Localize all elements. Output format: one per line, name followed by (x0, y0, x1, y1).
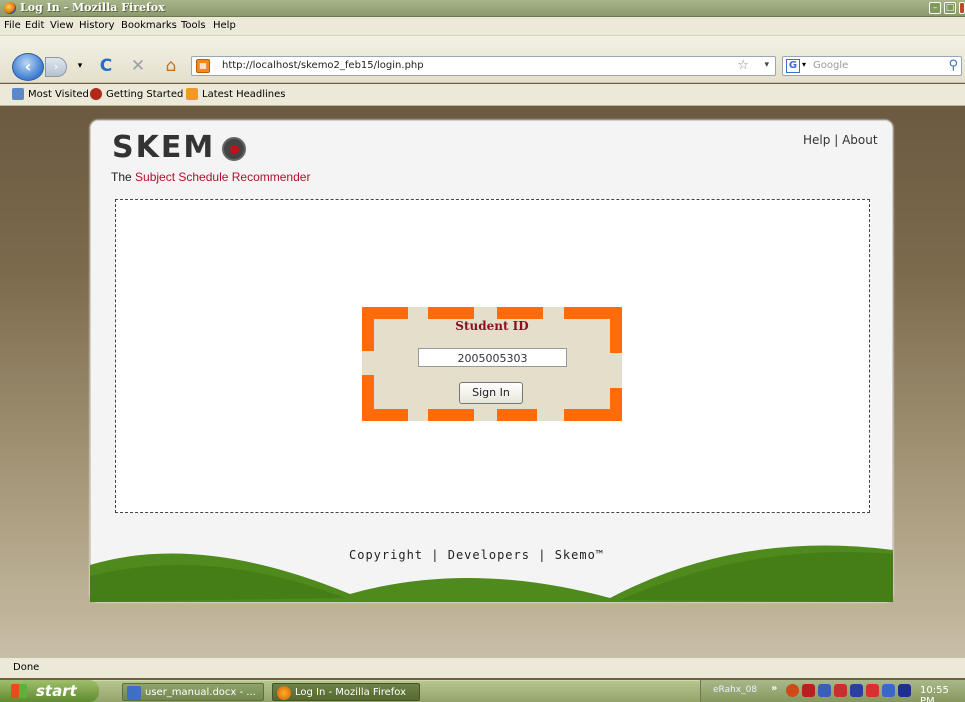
search-icon[interactable]: ⚲ (948, 58, 958, 73)
bookmark-label: Getting Started (106, 88, 184, 100)
monitor-icon[interactable] (882, 684, 895, 697)
security-shield-icon[interactable] (802, 684, 815, 697)
task-label: user_manual.docx - ... (145, 687, 256, 698)
footer-links: Copyright | Developers | Skemo™ (349, 548, 604, 562)
skemo-logo-text: SKEM (112, 130, 216, 165)
skemo-logo-o-icon (222, 137, 246, 161)
window-title: Log In - Mozilla Firefox (20, 1, 165, 14)
firefox-bookmark-icon (90, 88, 102, 100)
footer-separator: | (431, 548, 440, 562)
frame-segment-top (497, 307, 543, 319)
url-text: http://localhost/skemo2_feb15/login.php (222, 60, 424, 71)
windows-logo-icon (11, 684, 27, 698)
sign-in-button[interactable]: Sign In (459, 382, 523, 404)
copyright-link[interactable]: Copyright (349, 548, 423, 562)
tagline-highlight: Subject Schedule Recommender (135, 170, 311, 184)
menu-history[interactable]: History (79, 20, 115, 31)
frame-segment-bottom (497, 409, 537, 421)
frame-corner-right-bottom (610, 388, 622, 421)
developers-link[interactable]: Developers (448, 548, 530, 562)
rss-feed-icon (186, 88, 198, 100)
student-id-label: Student ID (455, 319, 529, 333)
google-engine-icon[interactable]: G (786, 59, 800, 73)
word-document-icon (127, 686, 141, 700)
tagline-prefix: The (111, 170, 136, 184)
url-dropdown-icon[interactable]: ▾ (764, 60, 769, 70)
firefox-icon (277, 686, 291, 700)
frame-segment-top (428, 307, 474, 319)
footer-separator: | (538, 548, 547, 562)
frame-segment-bottom (428, 409, 474, 421)
network-icon[interactable] (818, 684, 831, 697)
status-text: Done (13, 662, 40, 673)
tray-app-icon[interactable] (850, 684, 863, 697)
task-label: Log In - Mozilla Firefox (295, 687, 407, 698)
status-bar: Done (0, 657, 965, 678)
task-user-manual[interactable]: user_manual.docx - ... (122, 683, 264, 701)
bookmarks-toolbar: Most Visited Getting Started Latest Head… (0, 84, 965, 106)
skemo-link[interactable]: Skemo™ (555, 548, 604, 562)
back-button[interactable]: ‹ (12, 53, 44, 81)
menu-edit[interactable]: Edit (25, 20, 44, 31)
window-title-bar[interactable]: Log In - Mozilla Firefox – □ (0, 0, 965, 17)
help-link[interactable]: Help (803, 133, 830, 147)
tray-app-icon[interactable] (786, 684, 799, 697)
home-icon[interactable]: ⌂ (161, 56, 181, 76)
bookmark-label: Latest Headlines (202, 88, 286, 100)
start-label: start (36, 682, 77, 700)
history-dropdown-icon[interactable]: ▾ (70, 56, 90, 76)
firefox-icon (4, 2, 16, 14)
bookmark-getting-started[interactable]: Getting Started (90, 88, 183, 100)
folder-icon (12, 88, 24, 100)
tray-app-icon[interactable] (866, 684, 879, 697)
frame-corner-bottom-left (362, 409, 408, 421)
maximize-icon[interactable]: □ (944, 2, 956, 14)
search-placeholder: Google (813, 60, 849, 71)
close-icon[interactable] (959, 2, 965, 14)
site-favicon-icon: ▦ (196, 59, 210, 73)
bookmark-star-icon[interactable]: ☆ (737, 58, 749, 73)
link-separator: | (834, 133, 839, 147)
tray-expand-icon[interactable]: » (771, 683, 777, 694)
start-button[interactable]: start (0, 680, 99, 702)
tagline: The Subject Schedule Recommender (111, 170, 310, 184)
menu-view[interactable]: View (50, 20, 74, 31)
bookmark-most-visited[interactable]: Most Visited (12, 88, 89, 100)
stop-icon[interactable]: ✕ (128, 56, 148, 76)
student-id-input[interactable] (418, 348, 567, 367)
minimize-icon[interactable]: – (929, 2, 941, 14)
menu-tools[interactable]: Tools (181, 20, 206, 31)
url-bar[interactable]: ▦ http://localhost/skemo2_feb15/login.ph… (191, 56, 776, 76)
bookmark-latest-headlines[interactable]: Latest Headlines (186, 88, 286, 100)
menu-help[interactable]: Help (213, 20, 236, 31)
top-links: Help | About (803, 133, 878, 147)
menu-bookmarks[interactable]: Bookmarks (121, 20, 177, 31)
reload-icon[interactable]: C (96, 56, 116, 76)
menu-bar: File Edit View History Bookmarks Tools H… (0, 17, 965, 36)
tray-app-icon[interactable] (834, 684, 847, 697)
about-link[interactable]: About (842, 133, 877, 147)
clock: 10:55 PM (920, 685, 949, 702)
menu-file[interactable]: File (4, 20, 21, 31)
tray-app-icon[interactable] (898, 684, 911, 697)
task-firefox-login[interactable]: Log In - Mozilla Firefox (272, 683, 420, 701)
forward-button[interactable]: › (45, 57, 67, 77)
tray-toolbar-label[interactable]: eRahx_08 (713, 685, 757, 695)
engine-dropdown-icon[interactable]: ▾ (802, 60, 806, 69)
bookmark-label: Most Visited (28, 88, 89, 100)
search-bar[interactable]: G ▾ Google ⚲ (782, 56, 962, 76)
